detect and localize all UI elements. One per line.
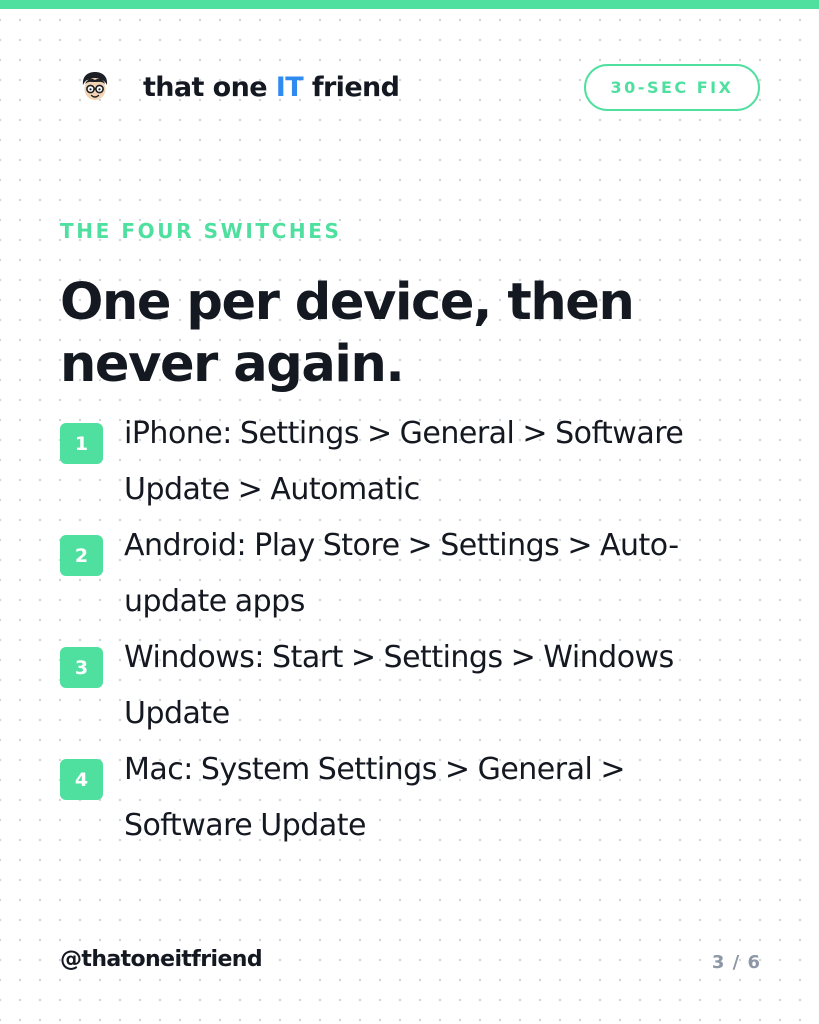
brand-suffix: friend [303, 72, 400, 103]
step-text: Android: Play Store > Settings > Auto-up… [124, 528, 679, 619]
step-number-badge: 2 [60, 535, 103, 576]
brand-prefix: that one [143, 72, 276, 103]
category-badge: 30-SEC FIX [584, 64, 760, 111]
step-text: Windows: Start > Settings > Windows Upda… [124, 640, 674, 731]
step-text: iPhone: Settings > General > Software Up… [124, 416, 684, 507]
section-eyebrow: THE FOUR SWITCHES [60, 219, 342, 243]
social-handle: @thatoneitfriend [60, 947, 263, 972]
list-item: 4 Mac: System Settings > General > Softw… [60, 742, 760, 854]
brand-accent: IT [275, 72, 304, 103]
brand-name: that one IT friend [143, 70, 400, 106]
page-counter: 3 / 6 [711, 952, 761, 973]
page-headline: One per device, then never again. [60, 273, 635, 394]
step-number-badge: 3 [60, 647, 103, 688]
list-item: 3 Windows: Start > Settings > Windows Up… [60, 630, 760, 742]
top-accent-bar [0, 0, 819, 9]
list-item: 1 iPhone: Settings > General > Software … [60, 406, 760, 518]
steps-list: 1 iPhone: Settings > General > Software … [60, 406, 760, 854]
step-number-badge: 4 [60, 759, 103, 800]
nerd-avatar-icon [82, 72, 108, 100]
step-number-badge: 1 [60, 423, 103, 464]
list-item: 2 Android: Play Store > Settings > Auto-… [60, 518, 760, 630]
step-text: Mac: System Settings > General > Softwar… [124, 752, 625, 843]
